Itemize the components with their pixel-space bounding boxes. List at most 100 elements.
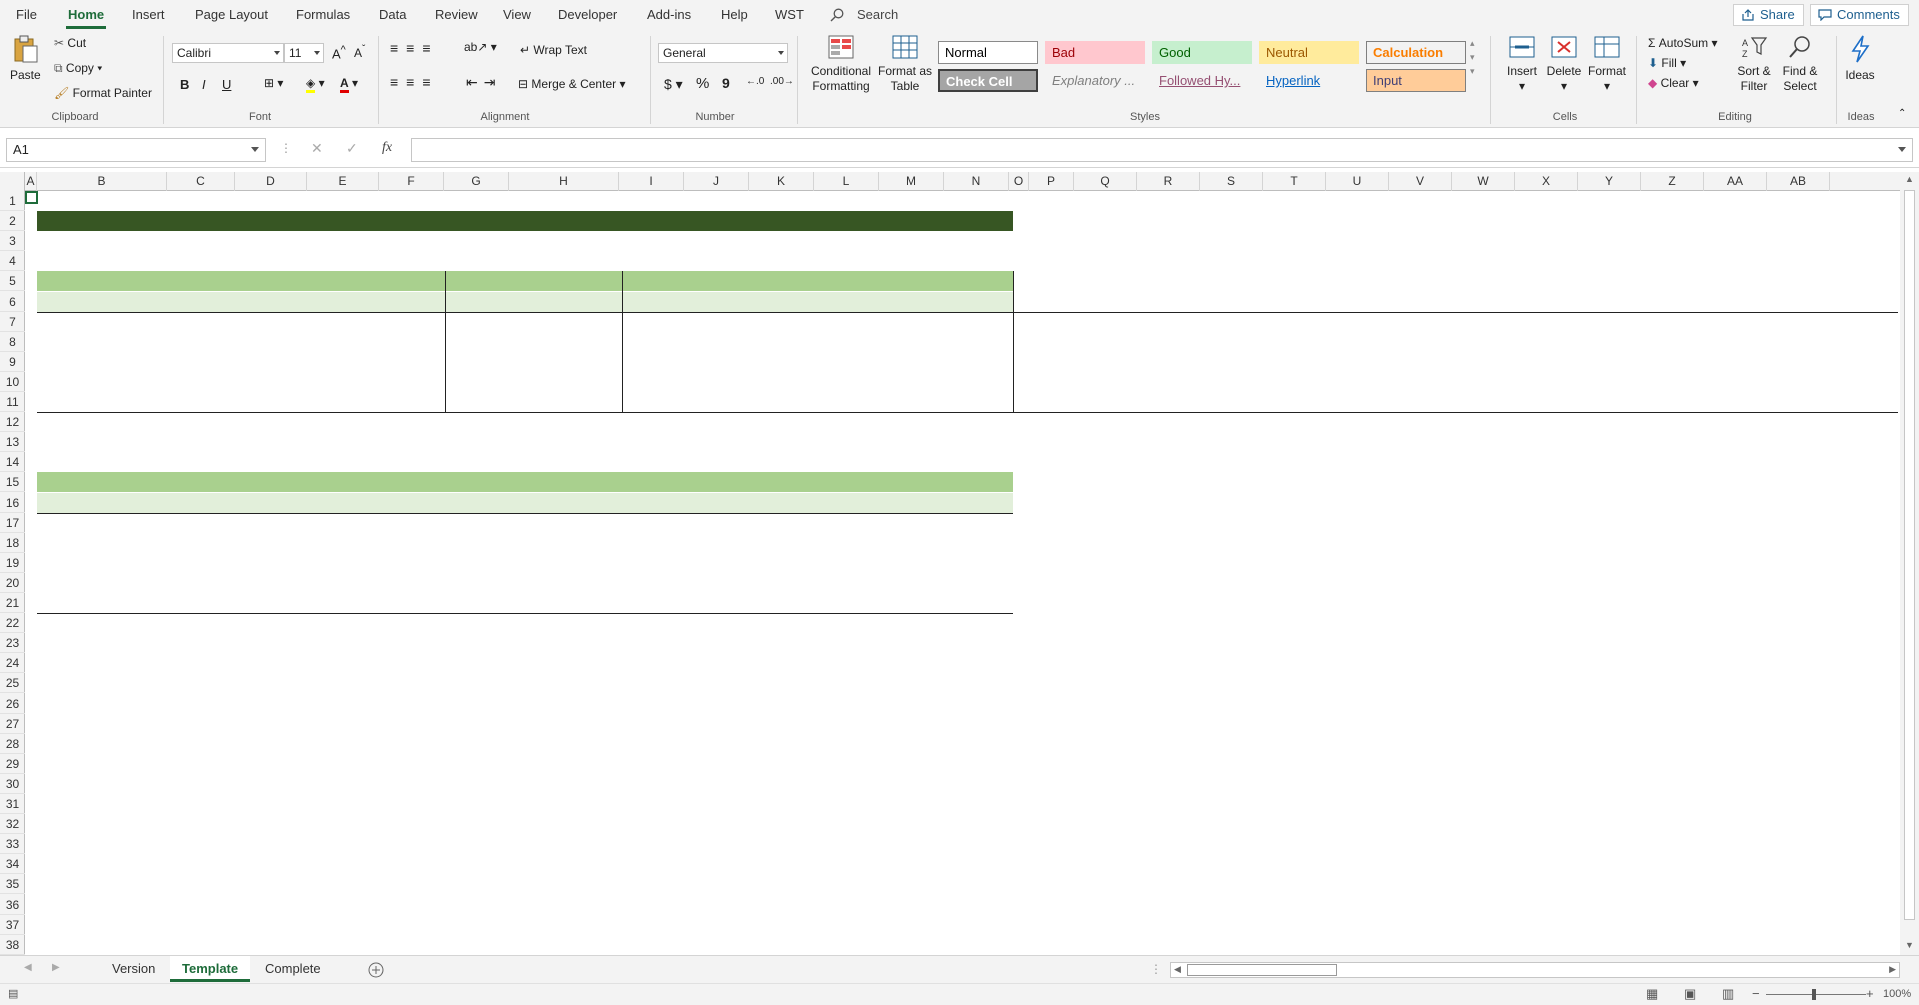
collapse-ribbon-button[interactable]: ⌃ [1898,108,1906,119]
cell-style-normal[interactable]: Normal [938,41,1038,64]
column-header-w[interactable]: W [1452,172,1515,191]
row-header-4[interactable]: 4 [0,251,25,272]
zoom-slider[interactable] [1766,994,1866,995]
row-header-38[interactable]: 38 [0,935,25,955]
row-header-15[interactable]: 15 [0,472,25,493]
cell-style-neutral[interactable]: Neutral [1259,41,1359,64]
scroll-up-icon[interactable]: ▲ [1905,174,1914,184]
menu-insert[interactable]: Insert [132,7,165,22]
percent-button[interactable]: % [696,75,709,92]
sheet-tab-version[interactable]: Version [100,956,167,982]
row-header-9[interactable]: 9 [0,352,25,372]
menu-view[interactable]: View [503,7,531,22]
row-header-5[interactable]: 5 [0,271,25,292]
scroll-left-icon[interactable]: ◀ [1174,964,1181,975]
format-painter-button[interactable]: 🖌 Format Painter [54,86,152,100]
tab-split-grip[interactable]: ⋮ [1150,962,1162,976]
format-cells-button[interactable]: Format ▾ [1586,34,1628,94]
formula-input[interactable] [411,138,1913,162]
column-header-aa[interactable]: AA [1704,172,1767,191]
row-header-7[interactable]: 7 [0,312,25,332]
column-header-f[interactable]: F [379,172,444,191]
italic-button[interactable]: I [202,77,206,92]
row-header-24[interactable]: 24 [0,653,25,674]
menu-formulas[interactable]: Formulas [296,7,350,22]
row-header-6[interactable]: 6 [0,292,25,312]
delete-cells-button[interactable]: Delete ▾ [1544,34,1584,94]
horizontal-scroll-thumb[interactable] [1187,964,1337,976]
fill-color-button[interactable]: ◈ ▾ [306,76,325,93]
font-family-select[interactable]: Calibri [172,43,284,63]
worksheet-grid[interactable]: A B C D E F G H I J K L M N O P Q R S T U V W X Y Z AA AB 123456789… [0,172,1919,955]
merge-center-button[interactable]: ⊟ Merge & Center ▾ [518,77,625,91]
comma-button[interactable]: 9 [722,75,730,91]
decrease-decimal-button[interactable]: .00→ [770,76,794,87]
increase-decimal-button[interactable]: ←.0 [746,76,764,87]
column-header-o[interactable]: O [1009,172,1029,191]
add-sheet-icon[interactable] [368,962,384,978]
row-header-13[interactable]: 13 [0,432,25,453]
sort-filter-button[interactable]: AZ Sort & Filter [1734,34,1774,94]
autosum-button[interactable]: Σ AutoSum ▾ [1648,36,1717,50]
row-header-37[interactable]: 37 [0,915,25,935]
column-header-h[interactable]: H [509,172,619,191]
currency-button[interactable]: $ ▾ [664,76,683,93]
zoom-in-icon[interactable]: + [1866,986,1874,1001]
sheet-tab-complete[interactable]: Complete [253,956,333,982]
page-layout-view-icon[interactable]: ▣ [1684,986,1696,1002]
orientation-button[interactable]: ab↗ ▾ [464,40,497,54]
column-header-y[interactable]: Y [1578,172,1641,191]
conditional-formatting-button[interactable]: Conditional Formatting [806,34,876,94]
column-header-q[interactable]: Q [1074,172,1137,191]
zoom-level[interactable]: 100% [1883,988,1911,1000]
name-box[interactable]: A1 [6,138,266,162]
decrease-font-button[interactable]: Aˇ [354,44,365,60]
scroll-right-icon[interactable]: ▶ [1889,964,1896,975]
row-header-29[interactable]: 29 [0,754,25,774]
column-header-t[interactable]: T [1263,172,1326,191]
row-header-1[interactable]: 1 [0,191,25,212]
format-as-table-button[interactable]: Format as Table [877,34,933,94]
cut-button[interactable]: ✂ Cut [54,36,86,50]
row-header-11[interactable]: 11 [0,392,25,413]
row-header-22[interactable]: 22 [0,613,25,634]
scroll-down-icon[interactable]: ▼ [1905,940,1914,950]
macro-recording-icon[interactable]: ▤ [8,987,18,1000]
comments-button[interactable]: Comments [1810,4,1909,26]
cell-style-calculation[interactable]: Calculation [1366,41,1466,64]
row-header-35[interactable]: 35 [0,874,25,895]
prev-sheet-icon[interactable]: ◀ [24,962,32,973]
menu-developer[interactable]: Developer [558,7,617,22]
row-header-16[interactable]: 16 [0,493,25,513]
borders-button[interactable]: ⊞ ▾ [264,76,283,90]
menu-add-ins[interactable]: Add-ins [647,7,691,22]
search-box[interactable]: Search [857,7,898,22]
row-header-19[interactable]: 19 [0,553,25,573]
column-header-c[interactable]: C [167,172,235,191]
bold-button[interactable]: B [180,77,189,92]
font-color-button[interactable]: A ▾ [340,76,358,93]
menu-review[interactable]: Review [435,7,478,22]
column-header-z[interactable]: Z [1641,172,1704,191]
next-sheet-icon[interactable]: ▶ [52,962,60,973]
select-all-corner[interactable] [0,172,25,191]
styles-scroll-buttons[interactable]: ▴ ▾ ▾ [1470,36,1475,78]
horizontal-align-buttons[interactable]: ≡≡≡ [390,74,439,90]
column-header-a[interactable]: A [25,172,37,191]
vertical-scrollbar[interactable]: ▲ ▼ [1900,172,1919,955]
menu-file[interactable]: File [16,7,37,22]
column-header-n[interactable]: N [944,172,1009,191]
vertical-scroll-thumb[interactable] [1904,190,1915,920]
row-header-30[interactable]: 30 [0,774,25,794]
zoom-slider-thumb[interactable] [1812,989,1816,1000]
menu-wst[interactable]: WST [775,7,804,22]
horizontal-scrollbar[interactable]: ◀ ▶ [1170,962,1900,978]
row-header-32[interactable]: 32 [0,814,25,835]
increase-font-button[interactable]: A^ [332,44,346,61]
column-header-i[interactable]: I [619,172,684,191]
search-icon[interactable] [830,8,844,22]
cell-style-bad[interactable]: Bad [1045,41,1145,64]
row-header-10[interactable]: 10 [0,372,25,392]
column-header-m[interactable]: M [879,172,944,191]
row-header-8[interactable]: 8 [0,332,25,352]
